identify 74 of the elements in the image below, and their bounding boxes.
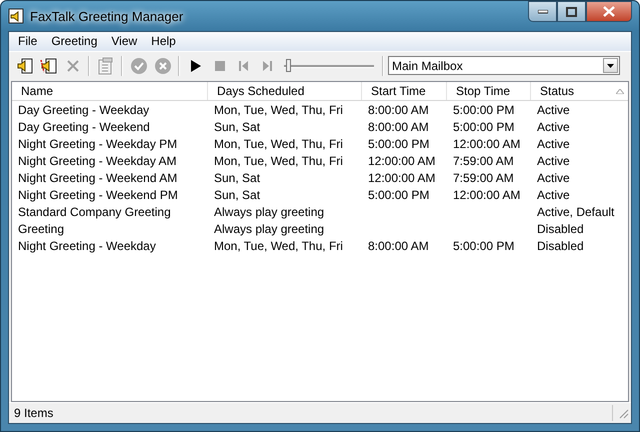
table-cell: Sun, Sat: [214, 188, 260, 202]
stop-icon: [214, 60, 224, 70]
table-cell: 12:00:00 AM: [453, 136, 520, 150]
close-icon: [603, 6, 615, 17]
slider-thumb[interactable]: [286, 58, 291, 72]
app-icon: [8, 8, 24, 24]
table-cell: 5:00:00 PM: [453, 102, 514, 116]
table-cell: 5:00:00 PM: [453, 120, 514, 134]
table-cell: Standard Company Greeting: [18, 204, 171, 218]
table-cell: Night Greeting - Weekday AM: [18, 154, 177, 168]
resize-grip-icon: [617, 407, 629, 419]
next-icon: [263, 60, 272, 70]
speaker-document-icon: [16, 56, 34, 74]
table-cell: 5:00:00 PM: [368, 188, 430, 202]
table-cell: Greeting: [18, 222, 64, 236]
table-cell: Sun, Sat: [214, 120, 260, 134]
table-cell: Always play greeting: [214, 222, 324, 236]
dropdown-arrow-icon: [607, 64, 614, 68]
table-cell: 12:00:00 AM: [368, 154, 436, 168]
table-cell: Active: [537, 170, 570, 184]
table-cell: 5:00:00 PM: [453, 238, 514, 252]
minimize-button[interactable]: [528, 1, 557, 22]
table-cell: Day Greeting - Weekend: [18, 120, 150, 134]
table-cell: Mon, Tue, Wed, Thu, Fri: [214, 154, 343, 168]
menu-item[interactable]: View: [104, 32, 144, 51]
previous-icon: [239, 60, 248, 70]
table-cell: Always play greeting: [214, 204, 324, 218]
column-header[interactable]: Days Scheduled: [208, 82, 362, 100]
column-header[interactable]: Start Time: [362, 82, 447, 100]
table-cell: 8:00:00 AM: [368, 238, 429, 252]
table-cell: Night Greeting - Weekend AM: [18, 170, 178, 184]
table-cell: 12:00:00 AM: [453, 188, 520, 202]
table-cell: Active: [537, 136, 570, 150]
column-header[interactable]: Stop Time: [447, 82, 531, 100]
table-cell: Active: [537, 188, 570, 202]
table-cell: Mon, Tue, Wed, Thu, Fri: [214, 102, 343, 116]
window-title: FaxTalk Greeting Manager: [30, 8, 184, 24]
minimize-icon: [538, 10, 548, 14]
sort-arrow-icon: [616, 88, 624, 94]
table-cell: Night Greeting - Weekday: [18, 238, 156, 252]
table-cell: Sun, Sat: [214, 170, 260, 184]
table-cell: 8:00:00 AM: [368, 120, 429, 134]
maximize-button[interactable]: [557, 1, 586, 22]
table-cell: 7:59:00 AM: [453, 154, 514, 168]
table-cell: 5:00:00 PM: [368, 136, 430, 150]
table-cell: Active: [537, 102, 570, 116]
mailbox-dropdown[interactable]: Main Mailbox: [388, 56, 620, 75]
status-text: 9 Items: [14, 406, 54, 420]
table-cell: Night Greeting - Weekday PM: [18, 136, 178, 150]
delete-icon: [66, 58, 80, 72]
table-cell: Disabled: [537, 238, 584, 252]
table-cell: 7:59:00 AM: [453, 170, 514, 184]
close-button[interactable]: [586, 1, 632, 22]
table-cell: Day Greeting - Weekday: [18, 102, 150, 116]
table-cell: Active: [537, 120, 570, 134]
speaker-document-icon: [40, 56, 58, 74]
cancel-icon: [154, 56, 172, 74]
table-cell: Disabled: [537, 222, 584, 236]
table-cell: Active, Default: [537, 204, 614, 218]
check-icon: [130, 56, 148, 74]
table-cell: Mon, Tue, Wed, Thu, Fri: [214, 136, 343, 150]
table-cell: Mon, Tue, Wed, Thu, Fri: [214, 238, 343, 252]
column-header[interactable]: Name: [12, 82, 208, 100]
properties-icon: [98, 56, 114, 74]
table-cell: Night Greeting - Weekend PM: [18, 188, 178, 202]
table-cell: Active: [537, 154, 570, 168]
menu-item[interactable]: File: [11, 32, 44, 51]
menu-item[interactable]: Help: [144, 32, 183, 51]
table-cell: 8:00:00 AM: [368, 102, 429, 116]
table-cell: 12:00:00 AM: [368, 170, 436, 184]
play-icon: [190, 60, 200, 72]
maximize-icon: [566, 6, 577, 16]
menu-item[interactable]: Greeting: [44, 32, 104, 51]
column-header[interactable]: Status: [531, 82, 628, 100]
